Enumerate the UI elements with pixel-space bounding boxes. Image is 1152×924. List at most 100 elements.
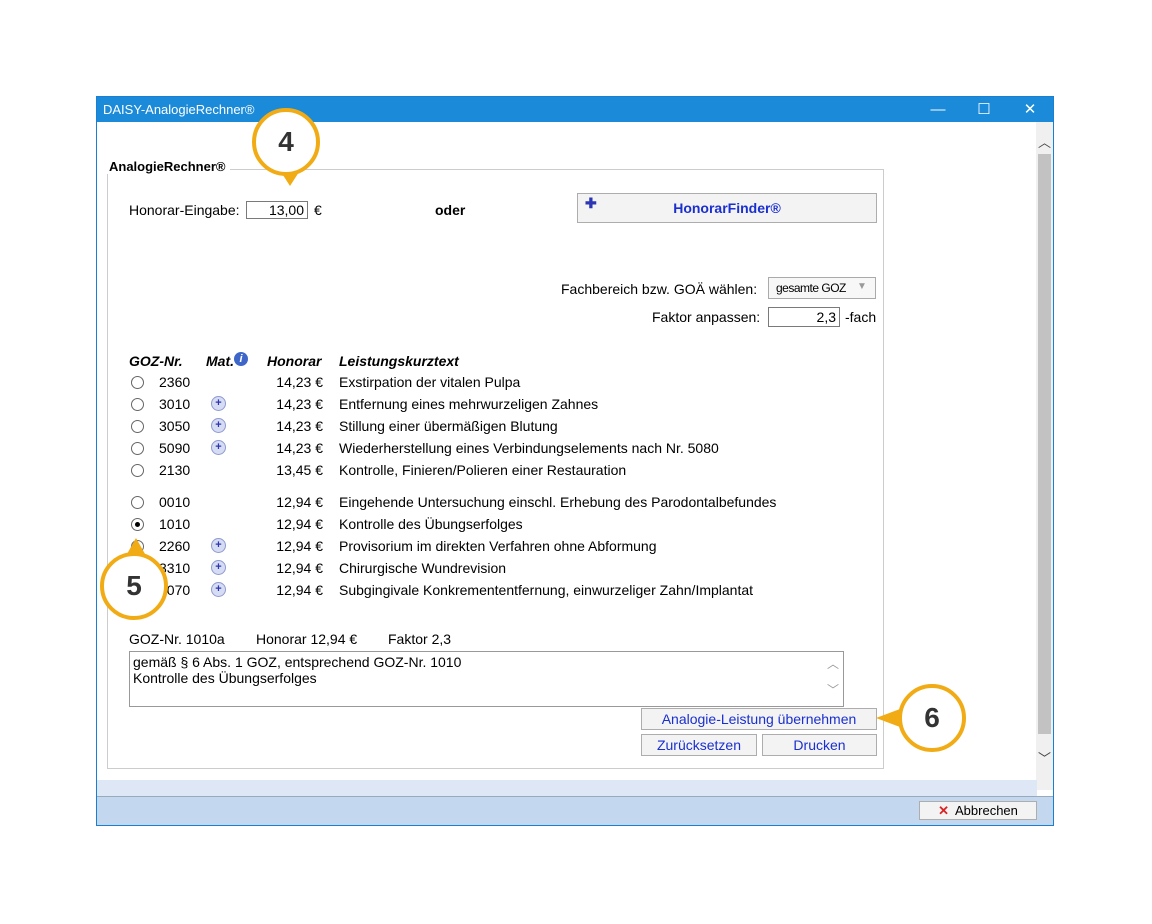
summary-textarea[interactable]: gemäß § 6 Abs. 1 GOZ, entsprechend GOZ-N… bbox=[129, 651, 844, 707]
drucken-button[interactable]: Drucken bbox=[762, 734, 877, 756]
material-plus-icon[interactable]: + bbox=[211, 418, 226, 433]
goz-code: 3050 bbox=[159, 418, 191, 434]
honorar-value: 13,45 € bbox=[276, 462, 323, 478]
plus-icon: ✚ bbox=[585, 195, 597, 211]
radio-button[interactable] bbox=[131, 376, 144, 389]
summary-line-2: Kontrolle des Übungserfolges bbox=[133, 670, 317, 686]
maximize-button[interactable]: ☐ bbox=[961, 97, 1007, 122]
honorar-value: 14,23 € bbox=[276, 440, 323, 456]
leistung-text: Chirurgische Wundrevision bbox=[339, 560, 507, 576]
summary-line-1: gemäß § 6 Abs. 1 GOZ, entsprechend GOZ-N… bbox=[133, 654, 462, 670]
callout-4-pointer bbox=[281, 172, 299, 186]
col-goz-nr: GOZ-Nr. bbox=[129, 353, 183, 369]
leistung-text: Kontrolle des Übungserfolges bbox=[339, 516, 523, 532]
title-bar: DAISY-AnalogieRechner® — ☐ ✕ bbox=[97, 97, 1053, 122]
goz-code: 3010 bbox=[159, 396, 191, 412]
col-leistungskurztext: Leistungskurztext bbox=[339, 353, 459, 369]
summary-goz: GOZ-Nr. 1010a bbox=[129, 631, 225, 647]
list-item[interactable]: 3310 +12,94 € Chirurgische Wundrevision bbox=[97, 559, 887, 581]
close-button[interactable]: ✕ bbox=[1007, 97, 1053, 122]
honorar-value: 14,23 € bbox=[276, 418, 323, 434]
cancel-icon: ✕ bbox=[938, 803, 949, 818]
fachbereich-selected: gesamte GOZ bbox=[776, 281, 846, 295]
honorarfinder-button[interactable]: ✚ HonorarFinder® bbox=[577, 193, 877, 223]
scroll-down-icon[interactable]: ﹀ bbox=[1036, 750, 1053, 768]
leistung-text: Eingehende Untersuchung einschl. Erhebun… bbox=[339, 494, 777, 510]
material-plus-icon[interactable]: + bbox=[211, 560, 226, 575]
scroll-thumb[interactable] bbox=[1038, 154, 1051, 734]
leistung-text: Provisorium im direkten Verfahren ohne A… bbox=[339, 538, 657, 554]
list-item[interactable]: 2130 13,45 € Kontrolle, Finieren/Polieren … bbox=[97, 461, 887, 483]
material-plus-icon[interactable]: + bbox=[211, 538, 226, 553]
minimize-button[interactable]: — bbox=[915, 97, 961, 122]
currency-label: € bbox=[314, 202, 322, 218]
goz-code: 2130 bbox=[159, 462, 191, 478]
honorar-value: 12,94 € bbox=[276, 582, 323, 598]
list-item[interactable]: 0010 12,94 € Eingehende Untersuchung einsc… bbox=[97, 493, 887, 515]
list-item[interactable]: 1010 12,94 € Kontrolle des Übungserfolges bbox=[97, 515, 887, 537]
radio-button[interactable] bbox=[131, 518, 144, 531]
radio-button[interactable] bbox=[131, 464, 144, 477]
fachbereich-label: Fachbereich bzw. GOÄ wählen: bbox=[561, 281, 758, 297]
leistung-text: Entfernung eines mehrwurzeligen Zahnes bbox=[339, 396, 599, 412]
radio-button[interactable] bbox=[131, 420, 144, 433]
honorar-label: Honorar-Eingabe: bbox=[129, 202, 240, 218]
callout-4: 4 bbox=[252, 108, 320, 176]
oder-label: oder bbox=[435, 202, 466, 218]
list-item[interactable]: 3010 +14,23 € Entfernung eines mehrwurzeli… bbox=[97, 395, 887, 417]
material-plus-icon[interactable]: + bbox=[211, 440, 226, 455]
window-title: DAISY-AnalogieRechner® bbox=[103, 102, 255, 117]
textarea-scroll-up-icon[interactable]: ︿ bbox=[827, 656, 839, 672]
honorar-value: 12,94 € bbox=[276, 560, 323, 576]
leistung-text: Exstirpation der vitalen Pulpa bbox=[339, 374, 521, 390]
honorar-input[interactable]: 13,00 bbox=[246, 201, 308, 219]
list-item[interactable]: 2260 +12,94 € Provisorium im direkten Verf… bbox=[97, 537, 887, 559]
leistung-text: Kontrolle, Finieren/Polieren einer Resta… bbox=[339, 462, 627, 478]
goz-code: 2360 bbox=[159, 374, 191, 390]
zuruecksetzen-button[interactable]: Zurücksetzen bbox=[641, 734, 757, 756]
list-item[interactable]: 2360 14,23 € Exstirpation der vitalen Pulp… bbox=[97, 373, 887, 395]
goz-code: 5090 bbox=[159, 440, 191, 456]
leistung-text: Stillung einer übermäßigen Blutung bbox=[339, 418, 558, 434]
info-icon[interactable]: i bbox=[234, 352, 248, 366]
radio-button[interactable] bbox=[131, 398, 144, 411]
faktor-label: Faktor anpassen: bbox=[652, 309, 761, 325]
honorar-value: 12,94 € bbox=[276, 516, 323, 532]
textarea-scroll-down-icon[interactable]: ﹀ bbox=[827, 682, 839, 698]
goz-code: 0010 bbox=[159, 494, 191, 510]
leistung-text: Subgingivale Konkremententfernung, einwu… bbox=[339, 582, 754, 598]
leistung-text: Wiederherstellung eines Verbindungseleme… bbox=[339, 440, 719, 456]
callout-5-pointer bbox=[127, 538, 145, 554]
abbrechen-label: Abbrechen bbox=[955, 803, 1018, 818]
callout-6-pointer bbox=[876, 709, 900, 727]
summary-honorar: Honorar 12,94 € bbox=[256, 631, 358, 647]
material-plus-icon[interactable]: + bbox=[211, 396, 226, 411]
analogie-uebernehmen-button[interactable]: Analogie-Leistung übernehmen bbox=[641, 708, 877, 730]
honorar-value: 12,94 € bbox=[276, 494, 323, 510]
list-item[interactable]: 5090 +14,23 € Wiederherstellung eines Verb… bbox=[97, 439, 887, 461]
summary-faktor: Faktor 2,3 bbox=[388, 631, 452, 647]
abbrechen-button[interactable]: ✕ Abbrechen bbox=[919, 801, 1037, 820]
goz-code: 1010 bbox=[159, 516, 191, 532]
list-item[interactable]: 3050 +14,23 € Stillung einer übermäßigen B… bbox=[97, 417, 887, 439]
fachbereich-select[interactable]: gesamte GOZ ▼ bbox=[768, 277, 876, 299]
radio-button[interactable] bbox=[131, 442, 144, 455]
col-honorar: Honorar bbox=[267, 353, 322, 369]
callout-6: 6 bbox=[898, 684, 966, 752]
goz-code: 2260 bbox=[159, 538, 191, 554]
faktor-input[interactable]: 2,3 bbox=[768, 307, 840, 327]
group-label: AnalogieRechner® bbox=[105, 159, 230, 174]
material-plus-icon[interactable]: + bbox=[211, 582, 226, 597]
scroll-up-icon[interactable]: ︿ bbox=[1036, 134, 1053, 152]
honorarfinder-label: HonorarFinder® bbox=[673, 200, 781, 216]
list-item[interactable]: 4070 +12,94 € Subgingivale Konkremententfe… bbox=[97, 581, 887, 603]
radio-button[interactable] bbox=[131, 496, 144, 509]
honorar-value: 14,23 € bbox=[276, 396, 323, 412]
vertical-scrollbar[interactable]: ︿ ﹀ bbox=[1036, 122, 1053, 790]
honorar-value: 14,23 € bbox=[276, 374, 323, 390]
callout-5: 5 bbox=[100, 552, 168, 620]
faktor-suffix: -fach bbox=[845, 309, 877, 325]
honorar-value: 12,94 € bbox=[276, 538, 323, 554]
col-mat: Mat. bbox=[206, 353, 234, 369]
chevron-down-icon: ▼ bbox=[857, 281, 867, 292]
